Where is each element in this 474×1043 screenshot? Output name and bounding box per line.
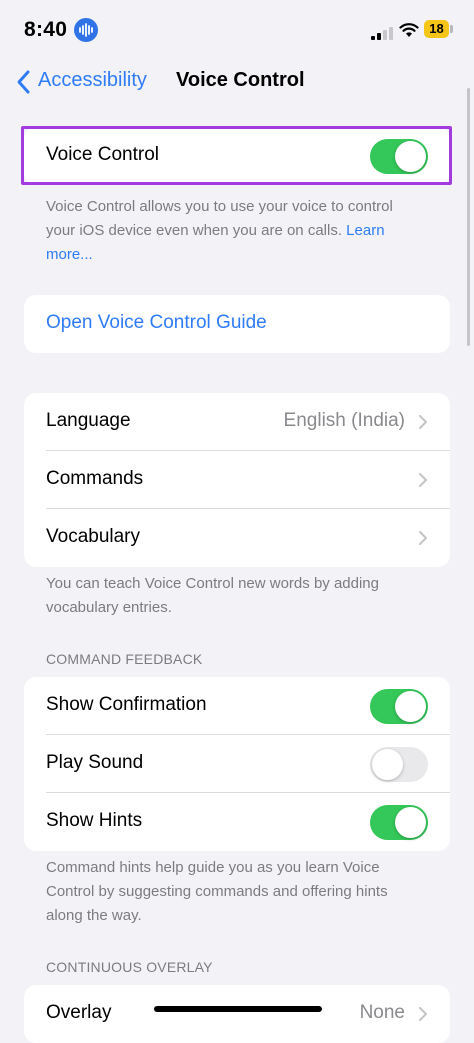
status-time: 8:40 xyxy=(24,18,68,41)
overlay-label: Overlay xyxy=(46,1002,112,1023)
command-hints-description: Command hints help guide you as you lear… xyxy=(46,859,388,924)
cellular-signal-icon xyxy=(371,27,393,40)
chevron-right-icon xyxy=(419,531,427,545)
chevron-right-icon xyxy=(419,1007,427,1021)
wifi-icon xyxy=(399,22,419,38)
vocabulary-label: Vocabulary xyxy=(46,526,141,547)
scrollbar[interactable] xyxy=(467,88,470,346)
overlay-value: None xyxy=(359,1002,405,1023)
commands-row[interactable]: Commands xyxy=(24,451,450,509)
battery-icon: 18 xyxy=(424,20,449,38)
settings-group: Language English (India) Commands Vocabu… xyxy=(24,393,450,567)
show-confirmation-row[interactable]: Show Confirmation xyxy=(24,677,450,735)
language-row[interactable]: Language English (India) xyxy=(24,393,450,451)
show-hints-row[interactable]: Show Hints xyxy=(24,793,450,851)
continuous-overlay-header: CONTINUOUS OVERLAY xyxy=(46,959,213,975)
play-sound-label: Play Sound xyxy=(46,752,144,773)
play-sound-toggle[interactable] xyxy=(370,747,428,782)
highlight-box xyxy=(21,126,452,185)
open-guide-row[interactable]: Open Voice Control Guide xyxy=(24,295,450,353)
show-hints-label: Show Hints xyxy=(46,810,143,831)
overlay-row[interactable]: Overlay None xyxy=(24,985,450,1043)
voice-control-description: Voice Control allows you to use your voi… xyxy=(46,198,393,263)
vocabulary-row[interactable]: Vocabulary xyxy=(24,509,450,567)
chevron-right-icon xyxy=(419,473,427,487)
commands-label: Commands xyxy=(46,468,144,489)
chevron-right-icon xyxy=(419,415,427,429)
back-button[interactable]: Accessibility xyxy=(38,69,147,92)
open-guide-link[interactable]: Open Voice Control Guide xyxy=(46,312,267,334)
language-value: English (India) xyxy=(283,410,405,431)
page-title: Voice Control xyxy=(176,69,305,91)
back-chevron-icon[interactable] xyxy=(14,69,36,95)
command-feedback-header: COMMAND FEEDBACK xyxy=(46,651,203,667)
home-indicator[interactable] xyxy=(154,1006,322,1012)
language-label: Language xyxy=(46,410,131,431)
show-confirmation-label: Show Confirmation xyxy=(46,694,207,715)
show-confirmation-toggle[interactable] xyxy=(370,689,428,724)
guide-group: Open Voice Control Guide xyxy=(24,295,450,353)
battery-nub xyxy=(450,25,453,33)
play-sound-row[interactable]: Play Sound xyxy=(24,735,450,793)
continuous-overlay-group: Overlay None xyxy=(24,985,450,1043)
show-hints-toggle[interactable] xyxy=(370,805,428,840)
command-feedback-group: Show Confirmation Play Sound Show Hints xyxy=(24,677,450,851)
vocabulary-description: You can teach Voice Control new words by… xyxy=(46,575,379,616)
voice-recording-icon[interactable] xyxy=(74,18,98,42)
